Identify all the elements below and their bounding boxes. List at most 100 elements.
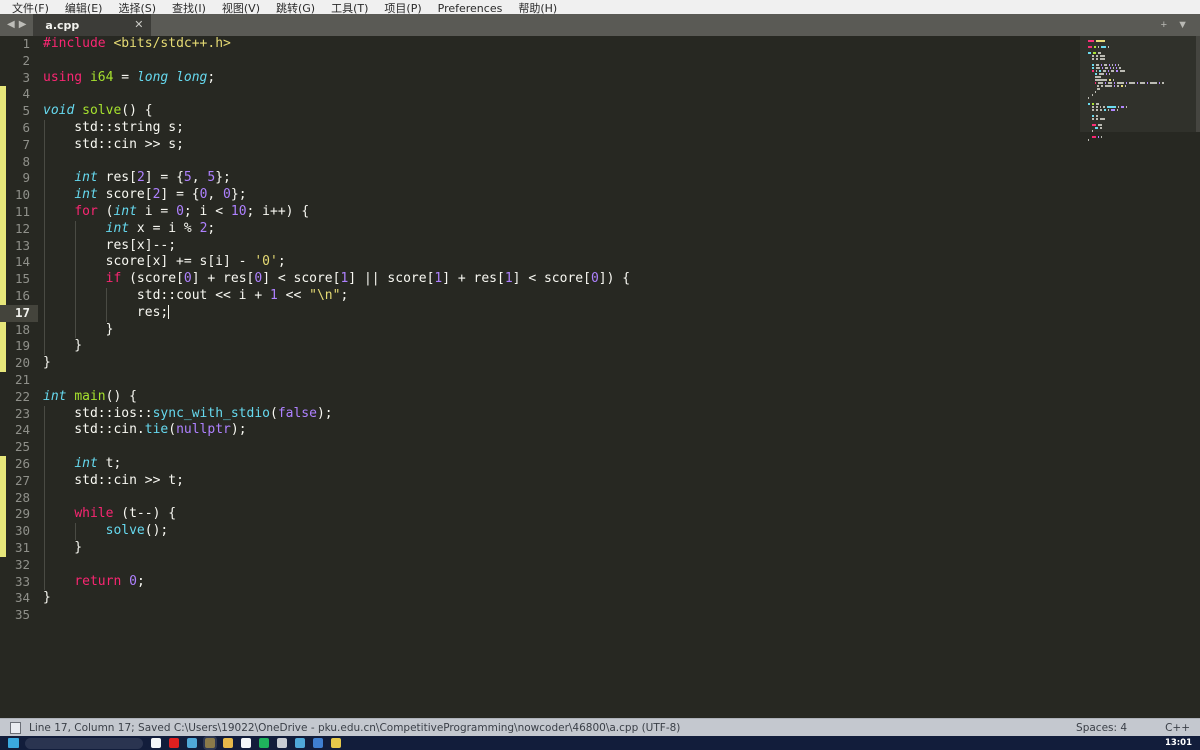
line-text[interactable]: int t; <box>38 455 1080 473</box>
code-line[interactable]: 17 res; <box>0 304 1080 322</box>
chat-icon[interactable] <box>259 738 269 748</box>
minimap[interactable] <box>1080 36 1200 718</box>
code-line[interactable]: 14 score[x] += s[i] - '0'; <box>0 254 1080 272</box>
line-text[interactable]: std::cin >> t; <box>38 472 1080 490</box>
line-text[interactable]: std::ios::sync_with_stdio(false); <box>38 405 1080 423</box>
code-line[interactable]: 7 std::cin >> s; <box>0 136 1080 154</box>
code-line[interactable]: 21 <box>0 372 1080 389</box>
clock[interactable]: 13:01 <box>1165 738 1192 748</box>
browser-icon[interactable] <box>169 738 179 748</box>
code-line[interactable]: 20} <box>0 355 1080 372</box>
code-line[interactable]: 15 if (score[0] + res[0] < score[1] || s… <box>0 271 1080 288</box>
line-text[interactable]: res; <box>38 304 1080 322</box>
line-text[interactable]: std::string s; <box>38 119 1080 137</box>
line-text[interactable] <box>38 153 1080 171</box>
menu-item-6[interactable]: 工具(T) <box>323 3 376 14</box>
code-line[interactable]: 2 <box>0 53 1080 70</box>
code-line[interactable]: 22 int main() { <box>0 389 1080 406</box>
code-line[interactable]: 24 std::cin.tie(nullptr); <box>0 422 1080 440</box>
code-line[interactable]: 12 int x = i % 2; <box>0 220 1080 238</box>
line-text[interactable]: solve(); <box>38 523 1080 540</box>
code-line[interactable]: 25 <box>0 439 1080 456</box>
code-line[interactable]: 11 for (int i = 0; i < 10; i++) { <box>0 203 1080 221</box>
code-line[interactable]: 18 } <box>0 321 1080 339</box>
notes-icon[interactable] <box>331 738 341 748</box>
code-line[interactable]: 32 <box>0 556 1080 574</box>
tab-list-dropdown-icon[interactable]: ▼ <box>1177 19 1188 31</box>
menu-item-1[interactable]: 编辑(E) <box>57 3 111 14</box>
code-editor[interactable]: 1 #include <bits/stdc++.h> 2 3 using i64 = l… <box>0 36 1200 718</box>
file-explorer-icon[interactable] <box>151 738 161 748</box>
line-text[interactable]: while (t--) { <box>38 506 1080 524</box>
cloud-icon[interactable] <box>241 738 251 748</box>
line-text[interactable]: #include <bits/stdc++.h> <box>38 36 1080 53</box>
line-text[interactable]: } <box>38 539 1080 557</box>
menu-item-2[interactable]: 选择(S) <box>110 3 164 14</box>
line-text[interactable]: if (score[0] + res[0] < score[1] || scor… <box>38 271 1080 288</box>
start-button-icon[interactable] <box>8 738 19 748</box>
store-icon[interactable] <box>187 738 197 748</box>
line-text[interactable]: } <box>38 321 1080 339</box>
code-line[interactable]: 13 res[x]--; <box>0 237 1080 255</box>
new-tab-icon[interactable]: + <box>1161 19 1167 31</box>
code-line[interactable]: 1 #include <bits/stdc++.h> <box>0 36 1080 53</box>
close-icon[interactable]: ✕ <box>134 19 143 31</box>
menu-item-9[interactable]: 帮助(H) <box>510 3 565 14</box>
code-line[interactable]: 3 using i64 = long long; <box>0 70 1080 87</box>
line-text[interactable]: for (int i = 0; i < 10; i++) { <box>38 203 1080 221</box>
folder-icon[interactable] <box>223 738 233 748</box>
code-line[interactable]: 33 return 0; <box>0 573 1080 591</box>
code-line[interactable]: 34} <box>0 590 1080 607</box>
line-text[interactable] <box>38 489 1080 507</box>
menu-item-0[interactable]: 文件(F) <box>4 3 57 14</box>
code-line[interactable]: 10 int score[2] = {0, 0}; <box>0 187 1080 204</box>
code-lines[interactable]: 1 #include <bits/stdc++.h> 2 3 using i64 = l… <box>0 36 1080 718</box>
code-line[interactable]: 5 void solve() { <box>0 103 1080 120</box>
music-icon[interactable] <box>295 738 305 748</box>
taskbar-search-box[interactable] <box>25 737 143 749</box>
line-text[interactable]: int main() { <box>38 389 1080 406</box>
line-text[interactable]: int x = i % 2; <box>38 220 1080 238</box>
menu-item-3[interactable]: 查找(I) <box>164 3 214 14</box>
line-text[interactable]: return 0; <box>38 573 1080 591</box>
code-line[interactable]: 6 std::string s; <box>0 119 1080 137</box>
terminal-icon[interactable] <box>277 738 287 748</box>
line-text[interactable] <box>38 372 1080 389</box>
language-mode[interactable]: C++ <box>1165 722 1190 734</box>
code-line[interactable]: 19 } <box>0 338 1080 356</box>
code-line[interactable]: 35 <box>0 607 1080 624</box>
line-text[interactable] <box>38 53 1080 70</box>
line-text[interactable]: std::cout << i + 1 << "\n"; <box>38 287 1080 305</box>
line-text[interactable]: void solve() { <box>38 103 1080 120</box>
menu-item-7[interactable]: 项目(P) <box>376 3 429 14</box>
code-line[interactable]: 16 std::cout << i + 1 << "\n"; <box>0 287 1080 305</box>
line-text[interactable]: } <box>38 590 1080 607</box>
tab-a-cpp[interactable]: a.cpp ✕ <box>33 14 152 36</box>
menu-item-4[interactable]: 视图(V) <box>214 3 268 14</box>
editor-icon[interactable] <box>205 738 215 748</box>
code-line[interactable]: 4 <box>0 86 1080 103</box>
line-text[interactable]: using i64 = long long; <box>38 70 1080 87</box>
line-text[interactable]: score[x] += s[i] - '0'; <box>38 254 1080 272</box>
line-text[interactable]: int res[2] = {5, 5}; <box>38 170 1080 188</box>
line-text[interactable]: std::cin.tie(nullptr); <box>38 422 1080 440</box>
code-line[interactable]: 27 std::cin >> t; <box>0 472 1080 490</box>
code-line[interactable]: 31 } <box>0 539 1080 557</box>
minimap-viewport-slider[interactable] <box>1080 36 1200 132</box>
next-tab-icon[interactable]: ▶ <box>19 20 27 30</box>
line-text[interactable]: int score[2] = {0, 0}; <box>38 187 1080 204</box>
code-line[interactable]: 8 <box>0 153 1080 171</box>
code-line[interactable]: 29 while (t--) { <box>0 506 1080 524</box>
drive-icon[interactable] <box>313 738 323 748</box>
code-line[interactable]: 23 std::ios::sync_with_stdio(false); <box>0 405 1080 423</box>
code-line[interactable]: 26 int t; <box>0 455 1080 473</box>
indent-setting[interactable]: Spaces: 4 <box>1076 722 1127 734</box>
code-line[interactable]: 9 int res[2] = {5, 5}; <box>0 170 1080 188</box>
line-text[interactable] <box>38 607 1080 624</box>
menu-item-8[interactable]: Preferences <box>430 3 511 14</box>
line-text[interactable]: } <box>38 338 1080 356</box>
code-line[interactable]: 30 solve(); <box>0 523 1080 540</box>
line-text[interactable] <box>38 439 1080 456</box>
line-text[interactable] <box>38 556 1080 574</box>
previous-tab-icon[interactable]: ◀ <box>7 20 15 30</box>
